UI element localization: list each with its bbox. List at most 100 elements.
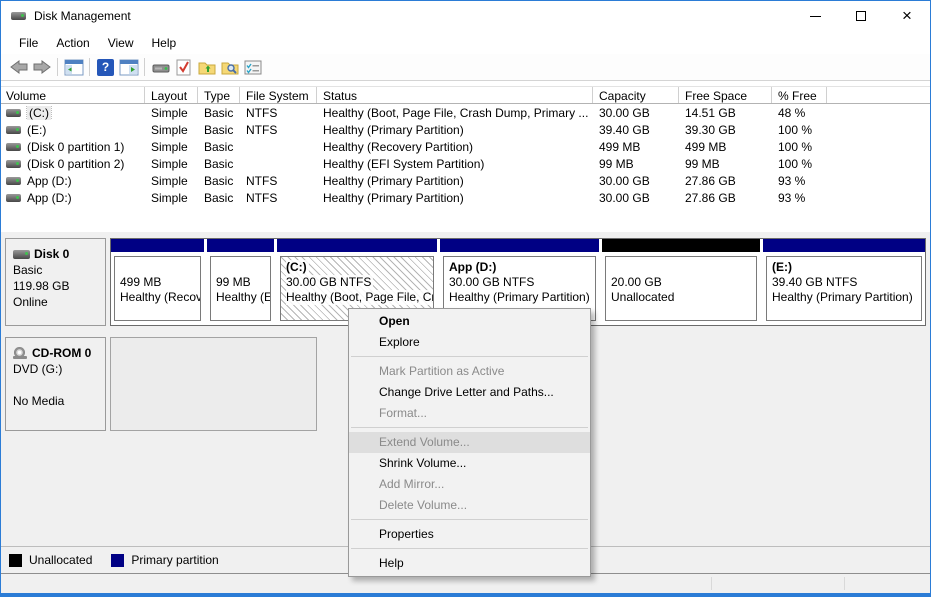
toolbar-separator: [144, 58, 145, 76]
column-header-free-space[interactable]: Free Space: [679, 87, 772, 103]
close-button[interactable]: ×: [884, 1, 930, 31]
primary-partition-color-bar: [111, 239, 204, 252]
column-header-pct-free[interactable]: % Free: [772, 87, 827, 103]
menu-separator: [351, 548, 588, 549]
cdrom-0-panel[interactable]: CD-ROM 0 DVD (G:) No Media: [5, 337, 106, 431]
volume-rows: (C:)SimpleBasicNTFSHealthy (Boot, Page F…: [1, 104, 930, 206]
cdrom-0-name: CD-ROM 0: [32, 345, 91, 361]
task-check-icon[interactable]: [172, 56, 195, 79]
menu-item-help[interactable]: Help: [349, 553, 590, 574]
partition-size: 39.40 GB NTFS: [772, 275, 921, 290]
menu-item-format: Format...: [349, 403, 590, 424]
cell-free: 39.30 GB: [679, 123, 772, 137]
disk-0-size: 119.98 GB: [13, 278, 105, 294]
cell-pct: 100 %: [772, 157, 827, 171]
column-header-file-system[interactable]: File System: [240, 87, 317, 103]
menu-view[interactable]: View: [99, 33, 143, 53]
cdrom-0-drive: DVD (G:): [13, 361, 105, 377]
maximize-button[interactable]: [838, 1, 884, 31]
cell-fs: NTFS: [240, 174, 317, 188]
partition-name: (C:): [286, 260, 309, 275]
cell-layout: Simple: [145, 191, 198, 205]
partition-status: Healthy (Primary Partition): [772, 290, 921, 305]
cdrom-0-media-strip: [110, 337, 317, 431]
show-hide-action-pane-icon[interactable]: [117, 56, 140, 79]
show-hide-console-tree-icon[interactable]: [62, 56, 85, 79]
menu-item-open[interactable]: Open: [349, 311, 590, 332]
folder-search-icon[interactable]: [218, 56, 241, 79]
volume-disk-icon: [6, 143, 21, 151]
cell-type: Basic: [198, 140, 240, 154]
menu-item-delete-volume: Delete Volume...: [349, 495, 590, 516]
volume-row[interactable]: (C:)SimpleBasicNTFSHealthy (Boot, Page F…: [1, 104, 930, 121]
menu-help[interactable]: Help: [143, 33, 186, 53]
cell-pct: 48 %: [772, 106, 827, 120]
cell-type: Basic: [198, 157, 240, 171]
cell-status: Healthy (Boot, Page File, Crash Dump, Pr…: [317, 106, 593, 120]
column-header-volume[interactable]: Volume: [1, 87, 145, 103]
partition-body: (E:)39.40 GB NTFSHealthy (Primary Partit…: [766, 256, 922, 321]
partition-name: (E:): [772, 260, 921, 275]
device-icon[interactable]: [149, 56, 172, 79]
partition-region[interactable]: (E:)39.40 GB NTFSHealthy (Primary Partit…: [763, 239, 925, 325]
partition-region[interactable]: 499 MBHealthy (Recovery Partition): [111, 239, 204, 325]
column-header-capacity[interactable]: Capacity: [593, 87, 679, 103]
cell-type: Basic: [198, 106, 240, 120]
volume-row[interactable]: App (D:)SimpleBasicNTFSHealthy (Primary …: [1, 189, 930, 206]
disk-icon: [13, 250, 30, 259]
volume-row[interactable]: App (D:)SimpleBasicNTFSHealthy (Primary …: [1, 172, 930, 189]
column-header-type[interactable]: Type: [198, 87, 240, 103]
help-icon[interactable]: ?: [94, 56, 117, 79]
properties-list-icon[interactable]: [241, 56, 264, 79]
cell-type: Basic: [198, 174, 240, 188]
disk-0-status: Online: [13, 294, 105, 310]
volume-disk-icon: [6, 160, 21, 168]
partition-region[interactable]: 99 MBHealthy (EFI System Partition): [207, 239, 274, 325]
cell-capacity: 30.00 GB: [593, 174, 679, 188]
menu-item-add-mirror: Add Mirror...: [349, 474, 590, 495]
partition-status: Healthy (Recovery Partition): [120, 290, 200, 305]
legend-primary-partition-label: Primary partition: [131, 553, 218, 567]
partition-body: 499 MBHealthy (Recovery Partition): [114, 256, 201, 321]
unallocated-region[interactable]: 20.00 GBUnallocated: [602, 239, 760, 325]
menu-action[interactable]: Action: [47, 33, 98, 53]
volume-label: (Disk 0 partition 1): [27, 140, 124, 154]
cell-pct: 93 %: [772, 191, 827, 205]
partition-body: 99 MBHealthy (EFI System Partition): [210, 256, 271, 321]
cell-fs: NTFS: [240, 123, 317, 137]
partition-status: Healthy (Boot, Page File, Crash Dump, Pr…: [286, 290, 434, 305]
volume-label: App (D:): [27, 191, 72, 205]
minimize-button[interactable]: [792, 1, 838, 31]
cell-capacity: 99 MB: [593, 157, 679, 171]
disk-management-window: Disk Management × File Action View Help …: [0, 0, 931, 597]
cell-volume: (Disk 0 partition 2): [1, 157, 145, 171]
folder-up-icon[interactable]: [195, 56, 218, 79]
back-icon[interactable]: [7, 56, 30, 79]
column-header-layout[interactable]: Layout: [145, 87, 198, 103]
menu-item-shrink-volume[interactable]: Shrink Volume...: [349, 453, 590, 474]
menu-item-change-drive-letter-and-paths[interactable]: Change Drive Letter and Paths...: [349, 382, 590, 403]
column-header-status[interactable]: Status: [317, 87, 593, 103]
minimize-icon: [810, 16, 821, 17]
volume-label: App (D:): [27, 174, 72, 188]
window-title: Disk Management: [34, 9, 131, 23]
menu-item-properties[interactable]: Properties: [349, 524, 590, 545]
menu-item-explore[interactable]: Explore: [349, 332, 590, 353]
volume-row[interactable]: (Disk 0 partition 2)SimpleBasicHealthy (…: [1, 155, 930, 172]
forward-icon[interactable]: [30, 56, 53, 79]
cell-volume: (E:): [1, 123, 145, 137]
legend-unallocated-label: Unallocated: [29, 553, 92, 567]
cell-pct: 100 %: [772, 123, 827, 137]
volume-row[interactable]: (Disk 0 partition 1)SimpleBasicHealthy (…: [1, 138, 930, 155]
cell-volume: (Disk 0 partition 1): [1, 140, 145, 154]
volume-label: (Disk 0 partition 2): [27, 157, 124, 171]
primary-partition-color-bar: [440, 239, 599, 252]
cell-layout: Simple: [145, 140, 198, 154]
cell-status: Healthy (EFI System Partition): [317, 157, 593, 171]
disk-0-panel[interactable]: Disk 0 Basic 119.98 GB Online: [5, 238, 106, 326]
cell-status: Healthy (Primary Partition): [317, 174, 593, 188]
volume-row[interactable]: (E:)SimpleBasicNTFSHealthy (Primary Part…: [1, 121, 930, 138]
volume-disk-icon: [6, 126, 21, 134]
cell-free: 499 MB: [679, 140, 772, 154]
menu-file[interactable]: File: [10, 33, 47, 53]
